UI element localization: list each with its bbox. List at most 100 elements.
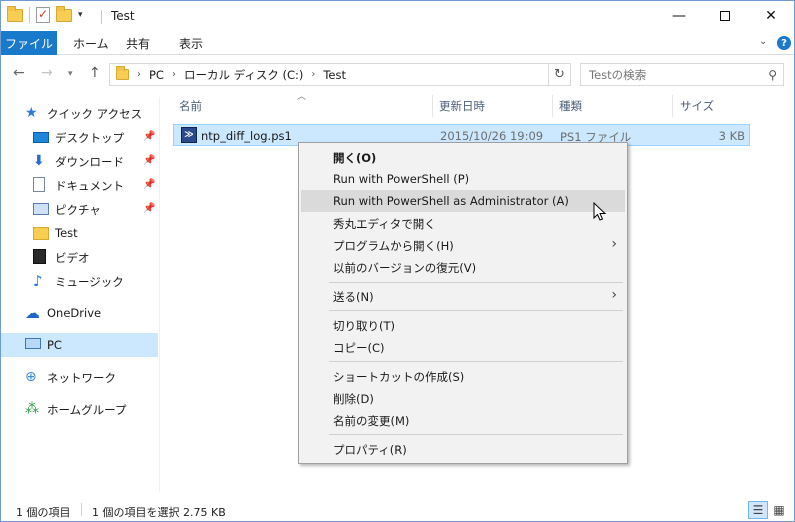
menu-item-delete[interactable]: 削除(D) — [301, 387, 625, 409]
menu-item-rename[interactable]: 名前の変更(M) — [301, 409, 625, 431]
menu-item-label: 削除(D) — [333, 392, 374, 406]
tab-share[interactable]: 共有 — [126, 31, 150, 55]
maximize-icon — [720, 11, 730, 21]
maximize-button[interactable] — [702, 1, 748, 31]
pin-icon[interactable]: 📌 — [143, 155, 155, 166]
menu-item-restore-previous-versions[interactable]: 以前のバージョンの復元(V) — [301, 256, 625, 278]
help-icon[interactable]: ? — [777, 36, 791, 50]
pictures-icon — [33, 203, 49, 215]
refresh-button[interactable]: ↻ — [549, 63, 571, 86]
large-icons-view-icon: ▦ — [773, 503, 785, 517]
search-icon[interactable]: ⚲ — [768, 68, 777, 82]
minimize-button[interactable]: — — [656, 1, 702, 31]
sidebar-item-label: ドキュメント — [55, 179, 124, 193]
back-arrow-icon[interactable]: ← — [13, 65, 25, 81]
column-divider[interactable] — [672, 95, 673, 117]
sidebar-item-downloads[interactable]: ⬇ ダウンロード 📌 — [1, 150, 158, 172]
desktop-icon — [33, 132, 49, 143]
status-bar: 1 個の項目 1 個の項目を選択 2.75 KB ☰ ▦ — [1, 499, 794, 521]
network-icon: ⊕ — [25, 369, 37, 385]
menu-item-label: Run with PowerShell (P) — [333, 172, 470, 186]
sidebar-item-label: ネットワーク — [47, 371, 116, 385]
details-view-icon: ☰ — [752, 503, 764, 517]
expand-ribbon-icon[interactable]: ⌄ — [759, 36, 767, 47]
breadcrumb-pc[interactable]: PC — [149, 68, 164, 82]
column-divider[interactable] — [432, 95, 433, 117]
mouse-cursor-icon — [593, 202, 607, 221]
sidebar-item-pc[interactable]: PC — [1, 333, 158, 357]
breadcrumb-local-disk[interactable]: ローカル ディスク (C:) — [184, 67, 303, 83]
sidebar-item-label: ミュージック — [55, 275, 124, 289]
menu-item-open[interactable]: 開く(O) — [301, 146, 625, 168]
sidebar-item-label: デスクトップ — [55, 131, 124, 145]
menu-item-properties[interactable]: プロパティ(R) — [301, 438, 625, 460]
tab-home[interactable]: ホーム — [73, 31, 109, 55]
large-icons-view-button[interactable]: ▦ — [769, 501, 789, 519]
sidebar-item-documents[interactable]: ドキュメント 📌 — [1, 174, 158, 196]
pin-icon[interactable]: 📌 — [143, 203, 155, 214]
quick-access-toolbar: ▾ — [7, 5, 83, 23]
properties-icon[interactable] — [36, 7, 50, 23]
column-header-date[interactable]: 更新日時 — [439, 98, 485, 114]
recent-locations-dropdown-icon[interactable]: ▾ — [68, 69, 73, 79]
chevron-right-icon: › — [611, 287, 617, 303]
menu-item-label: ショートカットの作成(S) — [333, 370, 465, 384]
file-date: 2015/10/26 19:09 — [440, 129, 544, 143]
pane-divider[interactable] — [159, 97, 160, 492]
ribbon-tabs: ファイル ホーム 共有 表示 ⌄ ? — [1, 31, 794, 55]
menu-item-create-shortcut[interactable]: ショートカットの作成(S) — [301, 365, 625, 387]
sidebar-item-music[interactable]: ♪ ミュージック — [1, 270, 158, 292]
music-icon: ♪ — [33, 272, 43, 290]
up-arrow-icon[interactable]: ↑ — [89, 65, 101, 81]
navigation-pane: ★ クイック アクセス デスクトップ 📌 ⬇ ダウンロード 📌 ドキュメント 📌… — [1, 97, 159, 492]
forward-arrow-icon[interactable]: → — [41, 65, 53, 81]
chevron-right-icon[interactable]: › — [311, 69, 315, 80]
folder-icon[interactable] — [7, 5, 23, 22]
sidebar-item-test[interactable]: Test — [1, 222, 158, 244]
customize-toolbar-dropdown-icon[interactable]: ▾ — [78, 10, 83, 20]
menu-item-label: コピー(C) — [333, 341, 385, 355]
menu-item-run-with-powershell[interactable]: Run with PowerShell (P) — [301, 168, 625, 190]
column-divider[interactable] — [552, 95, 553, 117]
context-menu: 開く(O) Run with PowerShell (P) Run with P… — [298, 142, 628, 464]
menu-item-cut[interactable]: 切り取り(T) — [301, 314, 625, 336]
computer-icon — [25, 338, 41, 349]
sidebar-item-network[interactable]: ⊕ ネットワーク — [1, 366, 158, 388]
menu-item-copy[interactable]: コピー(C) — [301, 336, 625, 358]
pin-icon[interactable]: 📌 — [143, 131, 155, 142]
sidebar-item-videos[interactable]: ビデオ — [1, 246, 158, 268]
tab-view[interactable]: 表示 — [179, 31, 203, 55]
sidebar-item-quick-access[interactable]: ★ クイック アクセス — [1, 102, 158, 124]
menu-item-label: 秀丸エディタで開く — [333, 217, 436, 231]
address-bar[interactable]: › PC › ローカル ディスク (C:) › Test ⌄ — [109, 63, 648, 86]
search-input[interactable]: Testの検索 ⚲ — [580, 63, 784, 86]
videos-icon — [33, 249, 46, 264]
sidebar-item-pictures[interactable]: ピクチャ 📌 — [1, 198, 158, 220]
close-button[interactable]: ✕ — [748, 1, 794, 31]
sidebar-item-desktop[interactable]: デスクトップ 📌 — [1, 126, 158, 148]
documents-icon — [33, 177, 45, 192]
sidebar-item-label: OneDrive — [47, 306, 102, 320]
details-view-button[interactable]: ☰ — [748, 501, 768, 519]
chevron-right-icon[interactable]: › — [137, 69, 141, 80]
menu-item-run-as-administrator[interactable]: Run with PowerShell as Administrator (A) — [301, 190, 625, 212]
menu-item-send-to[interactable]: 送る(N) › — [301, 285, 625, 307]
pin-icon[interactable]: 📌 — [143, 179, 155, 190]
sort-ascending-icon: ︿ — [297, 92, 307, 102]
column-header-size[interactable]: サイズ — [680, 98, 714, 114]
column-header-type[interactable]: 種類 — [559, 98, 582, 114]
homegroup-icon: ⁂ — [25, 401, 39, 417]
chevron-right-icon[interactable]: › — [172, 69, 176, 80]
menu-separator — [329, 434, 623, 435]
tab-file[interactable]: ファイル — [1, 31, 57, 55]
breadcrumb-test[interactable]: Test — [323, 68, 346, 82]
sidebar-item-homegroup[interactable]: ⁂ ホームグループ — [1, 398, 158, 420]
new-folder-icon[interactable] — [56, 5, 72, 22]
toolbar-separator — [29, 7, 30, 23]
column-header-name[interactable]: 名前 — [179, 98, 202, 114]
menu-item-open-with-hidemaru[interactable]: 秀丸エディタで開く — [301, 212, 625, 234]
download-icon: ⬇ — [33, 153, 45, 169]
menu-item-label: Run with PowerShell as Administrator (A) — [333, 194, 569, 208]
sidebar-item-onedrive[interactable]: ☁ OneDrive — [1, 302, 158, 324]
menu-item-open-with[interactable]: プログラムから開く(H) › — [301, 234, 625, 256]
